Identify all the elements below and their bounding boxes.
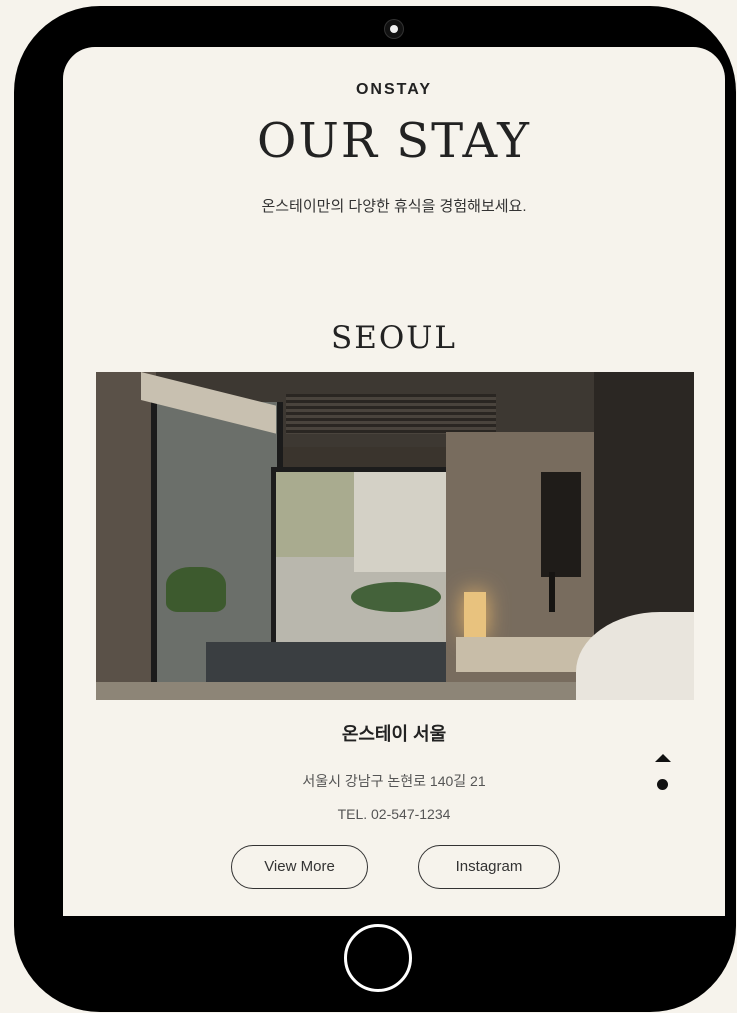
tablet-frame: ONSTAY OUR STAY 온스테이만의 다양한 휴식을 경험해보세요. S…	[14, 6, 736, 1012]
page-title: OUR STAY	[257, 113, 531, 169]
city-title: SEOUL	[331, 320, 457, 356]
stay-address: 서울시 강남구 논현로 140길 21	[302, 773, 486, 789]
view-more-button[interactable]: View More	[231, 845, 368, 889]
screen: ONSTAY OUR STAY 온스테이만의 다양한 휴식을 경험해보세요. S…	[63, 47, 725, 916]
instagram-button[interactable]: Instagram	[418, 845, 560, 889]
page-subtitle: 온스테이만의 다양한 휴식을 경험해보세요.	[261, 198, 527, 215]
stay-name: 온스테이 서울	[341, 724, 447, 744]
caret-up-icon[interactable]	[653, 752, 673, 772]
stay-phone[interactable]: TEL. 02-547-1234	[63, 806, 725, 822]
home-button[interactable]	[344, 924, 412, 992]
room-photo	[96, 372, 694, 700]
brand-name: ONSTAY	[355, 81, 432, 98]
dot-icon[interactable]	[657, 779, 668, 790]
camera-icon	[385, 20, 403, 38]
